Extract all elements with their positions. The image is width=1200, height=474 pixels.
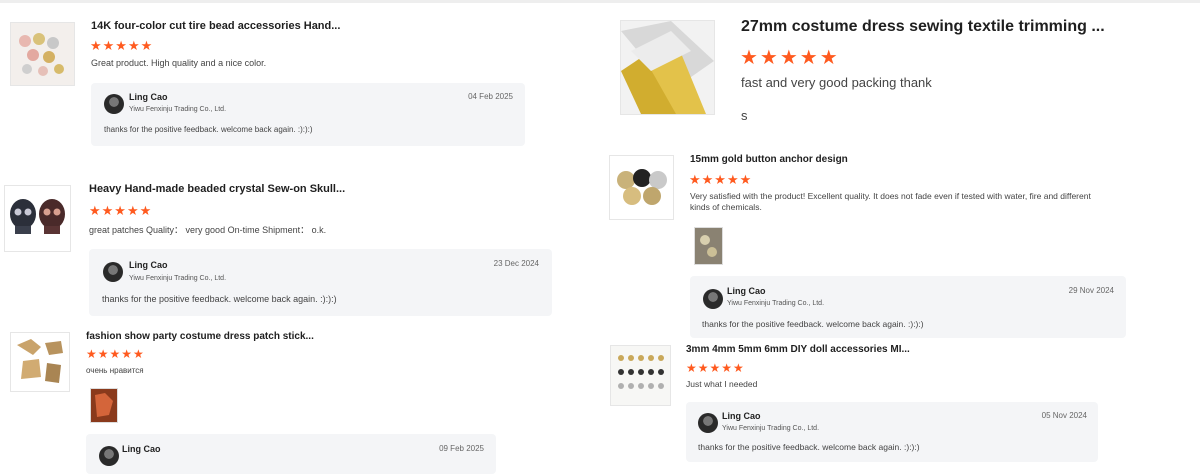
reply-text: thanks for the positive feedback. welcom… [698, 442, 920, 452]
seller-company: Yiwu Fenxinju Trading Co., Ltd. [722, 425, 820, 432]
avatar [698, 413, 718, 433]
bead-accessories-image [11, 23, 74, 85]
reply-text: thanks for the positive feedback. welcom… [104, 125, 313, 134]
review-photo[interactable] [694, 227, 723, 265]
skull-patch-image [5, 186, 70, 251]
product-title[interactable]: 15mm gold button anchor design [690, 154, 848, 165]
seller-reply: Ling Cao Yiwu Fenxinju Trading Co., Ltd.… [690, 276, 1126, 338]
review-text: fast and very good packing thank [741, 75, 932, 90]
costume-patch-image [11, 333, 69, 391]
gold-button-image [610, 156, 673, 219]
reply-text: thanks for the positive feedback. welcom… [702, 319, 924, 329]
avatar [703, 289, 723, 309]
review-text: Just what I needed [686, 379, 758, 389]
review-text: Great product. High quality and a nice c… [91, 58, 267, 68]
rating-stars: ★★★★★ [90, 38, 154, 53]
avatar [99, 446, 119, 466]
seller-company: Yiwu Fenxinju Trading Co., Ltd. [129, 106, 227, 113]
seller-reply: Ling Cao Yiwu Fenxinju Trading Co., Ltd.… [91, 83, 525, 146]
top-divider [0, 0, 1200, 3]
reply-text: thanks for the positive feedback. welcom… [102, 294, 337, 304]
seller-reply: Ling Cao Yiwu Fenxinju Trading Co., Ltd.… [686, 402, 1098, 462]
product-title[interactable]: Heavy Hand-made beaded crystal Sew-on Sk… [89, 183, 345, 195]
doll-accessories-image [611, 346, 670, 405]
product-thumbnail[interactable] [609, 155, 674, 220]
rating-stars: ★★★★★ [86, 347, 145, 361]
seller-reply: Ling Cao Yiwu Fenxinju Trading Co., Ltd.… [89, 249, 552, 316]
rating-stars: ★★★★★ [689, 172, 753, 187]
textile-trimming-image [621, 21, 714, 114]
seller-company: Yiwu Fenxinju Trading Co., Ltd. [727, 300, 825, 307]
review-text: great patches Quality： very good On-time… [89, 225, 327, 235]
avatar [104, 94, 124, 114]
rating-stars: ★★★★★ [686, 361, 745, 375]
review-text: Very satisfied with the product! Excelle… [690, 191, 1091, 212]
seller-name: Ling Cao [129, 92, 168, 102]
product-title[interactable]: 3mm 4mm 5mm 6mm DIY doll accessories MI.… [686, 344, 910, 355]
rating-stars: ★★★★★ [89, 203, 153, 218]
seller-name: Ling Cao [722, 411, 761, 421]
review-photo[interactable] [90, 388, 118, 423]
avatar [103, 262, 123, 282]
reply-date: 04 Feb 2025 [468, 92, 513, 101]
review-text: очень нравится [86, 366, 144, 375]
product-thumbnail[interactable] [10, 22, 75, 86]
reply-date: 05 Nov 2024 [1041, 411, 1087, 420]
seller-name: Ling Cao [727, 286, 766, 296]
review-extra-text: s [741, 108, 748, 123]
reply-date: 09 Feb 2025 [439, 444, 484, 453]
photo-image [91, 389, 117, 422]
product-title[interactable]: fashion show party costume dress patch s… [86, 331, 314, 342]
product-thumbnail[interactable] [610, 345, 671, 406]
seller-name: Ling Cao [129, 260, 168, 270]
product-thumbnail[interactable] [10, 332, 70, 392]
product-title[interactable]: 27mm costume dress sewing textile trimmi… [741, 18, 1105, 36]
rating-stars: ★★★★★ [740, 47, 840, 69]
reply-date: 23 Dec 2024 [493, 259, 539, 268]
seller-name: Ling Cao [122, 444, 161, 454]
photo-image [695, 228, 722, 264]
product-title[interactable]: 14K four-color cut tire bead accessories… [91, 20, 340, 32]
product-thumbnail[interactable] [620, 20, 715, 115]
seller-reply: Ling Cao 09 Feb 2025 [86, 434, 496, 474]
reply-date: 29 Nov 2024 [1068, 286, 1114, 295]
seller-company: Yiwu Fenxinju Trading Co., Ltd. [129, 275, 227, 282]
product-thumbnail[interactable] [4, 185, 71, 252]
